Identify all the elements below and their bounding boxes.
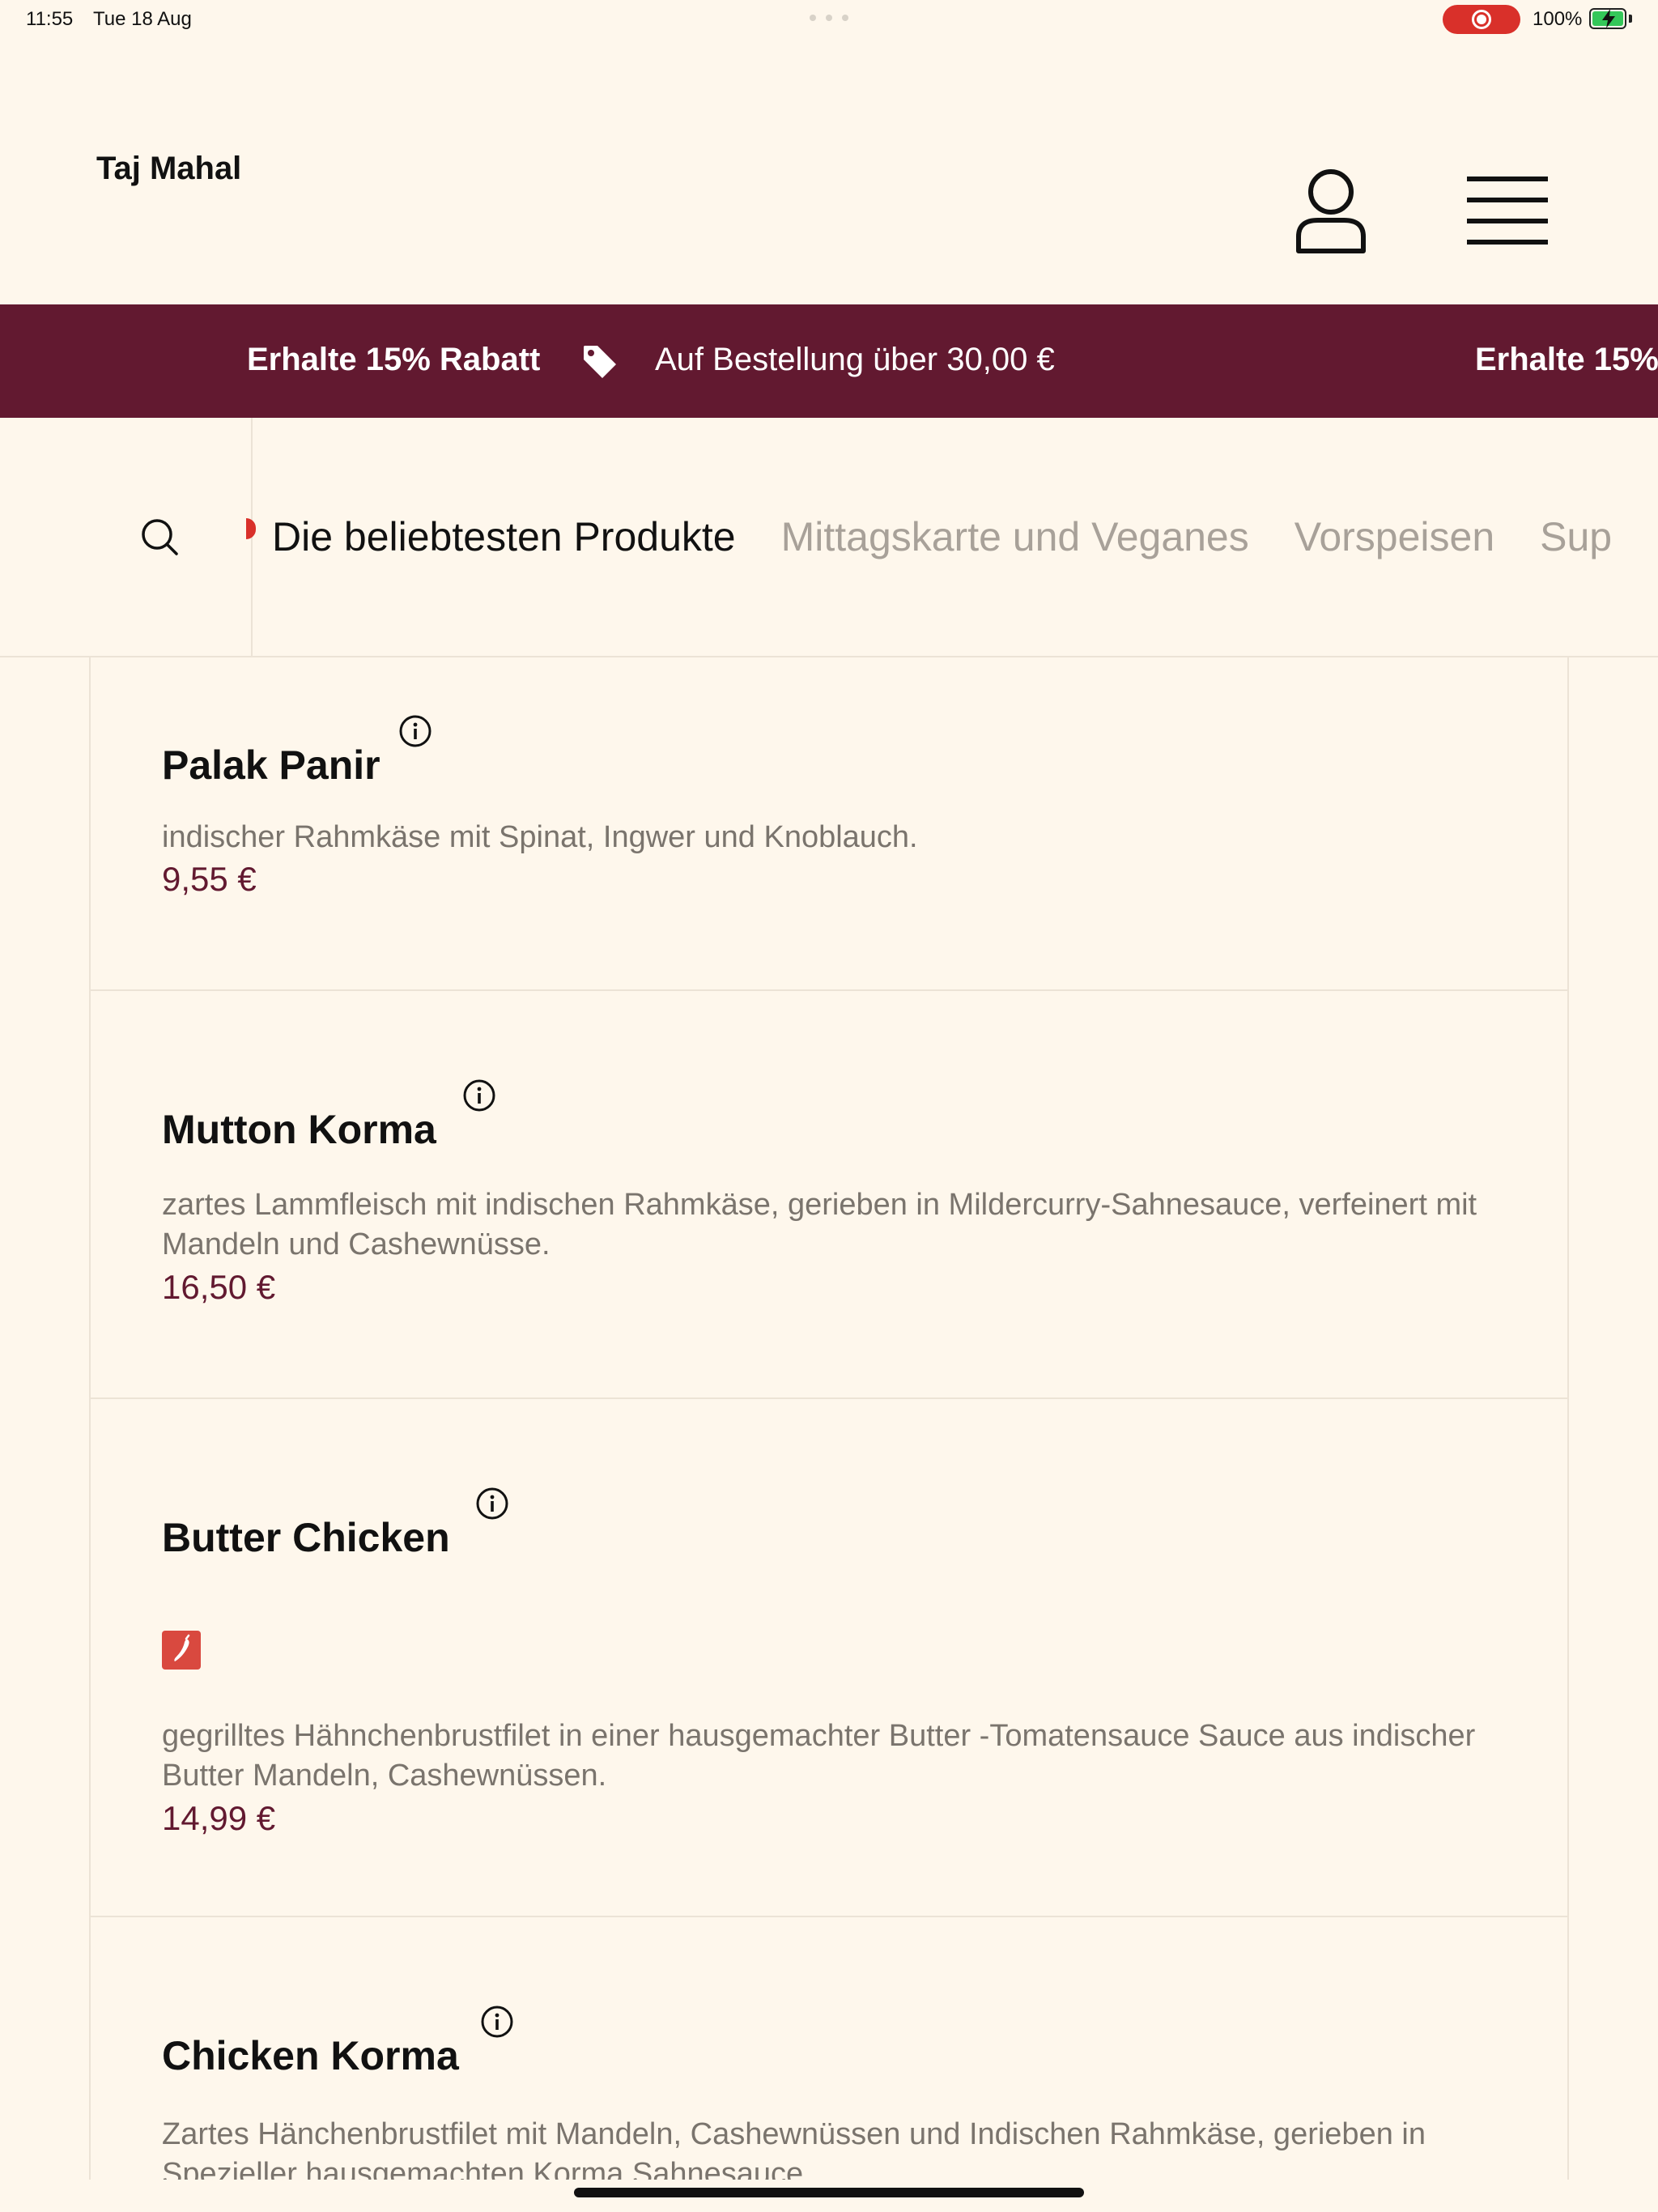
product-price: 9,55 €: [162, 860, 257, 898]
tab-suppen[interactable]: Sup: [1540, 513, 1612, 560]
product-price: 14,99 €: [162, 1799, 276, 1837]
spicy-chili-icon: [162, 1631, 201, 1670]
user-icon[interactable]: [1294, 167, 1368, 256]
status-bar: 11:55 Tue 18 Aug 100%: [0, 0, 1658, 39]
hamburger-menu-icon[interactable]: [1467, 177, 1548, 245]
screen-recording-icon[interactable]: [1443, 5, 1520, 34]
app-header: Taj Mahal: [0, 39, 1658, 304]
search-icon[interactable]: [139, 517, 180, 557]
promo-title-repeat: Erhalte 15%: [1475, 342, 1658, 377]
product-description: Zartes Hänchenbrustfilet mit Mandeln, Ca…: [162, 2117, 1426, 2180]
product-card[interactable]: Palak Panir indischer Rahmkäse mit Spina…: [91, 657, 1567, 991]
product-name: Mutton Korma: [162, 1107, 436, 1152]
promo-subtitle: Auf Bestellung über 30,00 €: [655, 342, 1055, 377]
product-description: zartes Lammfleisch mit indischen Rahmkäs…: [162, 1188, 1477, 1261]
category-nav: Die beliebtesten Produkte Mittagskarte u…: [0, 418, 1658, 657]
active-category-indicator: [246, 518, 256, 539]
status-date: Tue 18 Aug: [93, 8, 192, 30]
app-screen: 11:55 Tue 18 Aug 100% Taj Mahal Erhalte …: [0, 0, 1658, 2212]
promo-banner[interactable]: Erhalte 15% Rabatt Auf Bestellung über 3…: [0, 304, 1658, 418]
home-indicator[interactable]: [574, 2188, 1084, 2197]
battery-percentage: 100%: [1533, 8, 1583, 30]
product-card[interactable]: Mutton Korma zartes Lammfleisch mit indi…: [91, 991, 1567, 1399]
product-card[interactable]: Chicken Korma Zartes Hänchenbrustfilet m…: [91, 1917, 1567, 2180]
price-tag-icon: [584, 346, 616, 378]
tab-die-beliebtesten-produkte[interactable]: Die beliebtesten Produkte: [272, 513, 736, 560]
brand-name[interactable]: Taj Mahal: [96, 151, 241, 187]
info-icon[interactable]: [480, 2005, 514, 2039]
product-name: Palak Panir: [162, 742, 380, 788]
product-description: indischer Rahmkäse mit Spinat, Ingwer un…: [162, 820, 918, 854]
product-name: Chicken Korma: [162, 2033, 459, 2078]
multitasking-dots-icon[interactable]: [810, 15, 848, 21]
info-icon[interactable]: [475, 1487, 509, 1521]
product-price: 16,50 €: [162, 1268, 276, 1306]
info-icon[interactable]: [398, 714, 432, 748]
category-tabs: Die beliebtesten Produkte Mittagskarte u…: [272, 513, 1612, 560]
info-icon[interactable]: [462, 1078, 496, 1112]
product-card[interactable]: Butter Chicken gegrilltes Hähnchenbrustf…: [91, 1399, 1567, 1917]
product-name: Butter Chicken: [162, 1515, 450, 1560]
battery-cap: [1629, 15, 1632, 23]
tab-mittagskarte-und-veganes[interactable]: Mittagskarte und Veganes: [781, 513, 1249, 560]
tab-vorspeisen[interactable]: Vorspeisen: [1295, 513, 1494, 560]
product-description: gegrilltes Hähnchenbrustfilet in einer h…: [162, 1719, 1476, 1793]
charging-bolt-icon: [1602, 9, 1615, 28]
promo-title: Erhalte 15% Rabatt: [247, 342, 541, 377]
status-time: 11:55: [26, 8, 74, 30]
product-list: Palak Panir indischer Rahmkäse mit Spina…: [89, 657, 1569, 2180]
